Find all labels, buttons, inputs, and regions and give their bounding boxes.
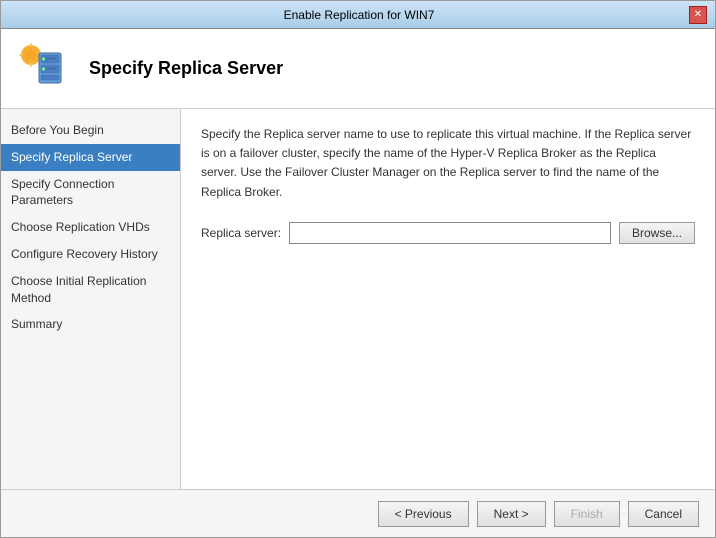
sidebar-item-configure-recovery-history[interactable]: Configure Recovery History bbox=[1, 241, 180, 268]
sidebar-item-summary[interactable]: Summary bbox=[1, 311, 180, 338]
replica-server-label: Replica server: bbox=[201, 226, 281, 240]
replica-server-row: Replica server: Browse... bbox=[201, 222, 695, 244]
browse-button[interactable]: Browse... bbox=[619, 222, 695, 244]
description-text: Specify the Replica server name to use t… bbox=[201, 125, 695, 202]
title-bar-controls: ✕ bbox=[689, 6, 707, 24]
main-window: Enable Replication for WIN7 ✕ bbox=[0, 0, 716, 538]
sidebar-item-choose-initial-replication-method[interactable]: Choose Initial Replication Method bbox=[1, 268, 180, 312]
content-area: Before You Begin Specify Replica Server … bbox=[1, 109, 715, 489]
wizard-icon bbox=[17, 41, 73, 97]
main-content: Specify the Replica server name to use t… bbox=[181, 109, 715, 489]
sidebar-item-before-you-begin[interactable]: Before You Begin bbox=[1, 117, 180, 144]
close-button[interactable]: ✕ bbox=[689, 6, 707, 24]
header-icon bbox=[17, 41, 73, 97]
footer: < Previous Next > Finish Cancel bbox=[1, 489, 715, 537]
window-title: Enable Replication for WIN7 bbox=[29, 8, 689, 22]
finish-button[interactable]: Finish bbox=[554, 501, 620, 527]
previous-button[interactable]: < Previous bbox=[378, 501, 469, 527]
sidebar-item-specify-replica-server[interactable]: Specify Replica Server bbox=[1, 144, 180, 171]
title-bar: Enable Replication for WIN7 ✕ bbox=[1, 1, 715, 29]
header-area: Specify Replica Server bbox=[1, 29, 715, 109]
replica-server-input[interactable] bbox=[289, 222, 611, 244]
sidebar: Before You Begin Specify Replica Server … bbox=[1, 109, 181, 489]
cancel-button[interactable]: Cancel bbox=[628, 501, 699, 527]
sidebar-item-choose-replication-vhds[interactable]: Choose Replication VHDs bbox=[1, 214, 180, 241]
page-title: Specify Replica Server bbox=[89, 58, 283, 79]
next-button[interactable]: Next > bbox=[477, 501, 546, 527]
sidebar-item-specify-connection-parameters[interactable]: Specify Connection Parameters bbox=[1, 171, 180, 215]
